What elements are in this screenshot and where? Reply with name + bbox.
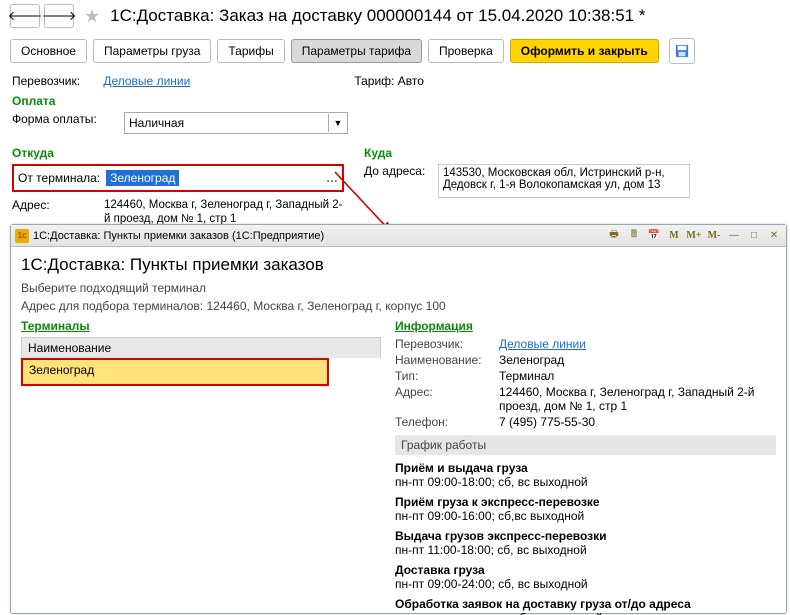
info-name-value: Зеленоград bbox=[499, 353, 564, 367]
from-terminal-lookup-button[interactable]: … bbox=[326, 171, 338, 185]
info-type-value: Терминал bbox=[499, 369, 554, 383]
info-type-label: Тип: bbox=[395, 369, 493, 383]
maximize-button[interactable]: □ bbox=[746, 228, 762, 244]
from-section-header: Откуда bbox=[12, 146, 344, 160]
from-terminal-input[interactable]: От терминала: Зеленоград … bbox=[12, 164, 344, 192]
schedule-item-title: Доставка груза bbox=[395, 563, 776, 577]
m-plus-button[interactable]: M+ bbox=[686, 228, 702, 244]
submit-and-close-button[interactable]: Оформить и закрыть bbox=[510, 39, 659, 63]
schedule-item-title: Выдача грузов экспресс-перевозки bbox=[395, 529, 776, 543]
to-address-label: До адреса: bbox=[364, 164, 434, 178]
carrier-link[interactable]: Деловые линии bbox=[103, 74, 190, 88]
app-logo-icon: 1c bbox=[15, 229, 29, 243]
dialog-heading: 1С:Доставка: Пункты приемки заказов bbox=[21, 255, 776, 275]
schedule-header: График работы bbox=[395, 435, 776, 455]
close-button[interactable]: ✕ bbox=[766, 228, 782, 244]
payment-form-select[interactable]: Наличная ▼ bbox=[124, 112, 348, 134]
info-header: Информация bbox=[395, 319, 473, 333]
tab-tariff-params[interactable]: Параметры тарифа bbox=[291, 39, 422, 63]
terminal-row-selected[interactable]: Зеленоград bbox=[21, 358, 329, 386]
tariff-value: Авто bbox=[398, 74, 424, 88]
terminals-header: Терминалы bbox=[21, 319, 90, 333]
tab-tariffs[interactable]: Тарифы bbox=[217, 39, 284, 63]
from-address-label: Адрес: bbox=[12, 198, 100, 227]
info-carrier-link[interactable]: Деловые линии bbox=[499, 337, 586, 351]
tab-cargo-params[interactable]: Параметры груза bbox=[93, 39, 211, 63]
tab-check[interactable]: Проверка bbox=[428, 39, 504, 63]
m-minus-button[interactable]: M- bbox=[706, 228, 722, 244]
info-name-label: Наименование: bbox=[395, 353, 493, 367]
schedule-item: Приём груза к экспресс-перевозкепн-пт 09… bbox=[395, 495, 776, 523]
to-address-value: 143530, Московская обл, Истринский р-н, … bbox=[443, 167, 665, 191]
calendar-icon[interactable]: 📅 bbox=[646, 228, 662, 244]
save-button[interactable] bbox=[669, 38, 695, 64]
from-terminal-value: Зеленоград bbox=[106, 170, 179, 186]
floppy-icon bbox=[675, 44, 689, 58]
schedule-item-title: Приём груза к экспресс-перевозке bbox=[395, 495, 776, 509]
info-carrier-label: Перевозчик: bbox=[395, 337, 493, 351]
schedule-item: Доставка грузапн-пт 09:00-24:00; сб, вс … bbox=[395, 563, 776, 591]
terminals-column-header: Наименование bbox=[21, 337, 381, 358]
to-section-header: Куда bbox=[364, 146, 694, 160]
schedule-item-title: Обработка заявок на доставку груза от/до… bbox=[395, 597, 776, 611]
schedule-item-hours: пн-пт 09:00-18:00; сб, вс выходной bbox=[395, 475, 776, 489]
print-icon[interactable]: 🖶 bbox=[606, 228, 622, 244]
info-address-label: Адрес: bbox=[395, 385, 493, 413]
m-button[interactable]: M bbox=[666, 228, 682, 244]
schedule-item-title: Приём и выдача груза bbox=[395, 461, 776, 475]
schedule-item: Обработка заявок на доставку груза от/до… bbox=[395, 597, 776, 615]
chevron-down-icon: ▼ bbox=[328, 114, 347, 132]
schedule-item-hours: пн-пт 11:00-18:00; сб, вс выходной bbox=[395, 543, 776, 557]
minimize-button[interactable]: — bbox=[726, 228, 742, 244]
info-address-value: 124460, Москва г, Зеленоград г, Западный… bbox=[499, 385, 776, 413]
favorite-star-icon[interactable]: ★ bbox=[84, 6, 100, 27]
payment-form-label: Форма оплаты: bbox=[12, 112, 100, 134]
payment-form-value: Наличная bbox=[125, 116, 328, 130]
nav-back-button[interactable]: 🡐 bbox=[10, 4, 40, 28]
dialog-title: 1С:Доставка: Пункты приемки заказов (1С:… bbox=[33, 230, 324, 242]
schedule-item-hours: пн-пт круглосуточно; сб, вс выходной bbox=[395, 611, 776, 615]
info-phone-value: 7 (495) 775-55-30 bbox=[499, 415, 595, 429]
dialog-subtitle: Выберите подходящий терминал bbox=[21, 281, 776, 295]
schedule-item-hours: пн-пт 09:00-16:00; сб,вс выходной bbox=[395, 509, 776, 523]
to-address-input[interactable]: 143530, Московская обл, Истринский р-н, … bbox=[438, 164, 690, 198]
schedule-item-hours: пн-пт 09:00-24:00; сб, вс выходной bbox=[395, 577, 776, 591]
dialog-address-line: Адрес для подбора терминалов: 124460, Мо… bbox=[21, 299, 776, 313]
calc-icon[interactable]: 🖩 bbox=[626, 228, 642, 244]
tariff-label: Тариф: bbox=[354, 74, 394, 88]
from-address-value: 124460, Москва г, Зеленоград г, Западный… bbox=[104, 198, 344, 227]
payment-section-header: Оплата bbox=[12, 94, 778, 108]
schedule-item: Приём и выдача грузапн-пт 09:00-18:00; с… bbox=[395, 461, 776, 489]
terminals-dialog: 1c 1С:Доставка: Пункты приемки заказов (… bbox=[10, 224, 787, 614]
carrier-label: Перевозчик: bbox=[12, 74, 100, 88]
schedule-item: Выдача грузов экспресс-перевозкипн-пт 11… bbox=[395, 529, 776, 557]
window-title: 1С:Доставка: Заказ на доставку 000000144… bbox=[110, 6, 645, 26]
from-terminal-label: От терминала: bbox=[14, 171, 104, 185]
nav-forward-button[interactable]: 🡒 bbox=[44, 4, 74, 28]
tab-main[interactable]: Основное bbox=[10, 39, 87, 63]
info-phone-label: Телефон: bbox=[395, 415, 493, 429]
